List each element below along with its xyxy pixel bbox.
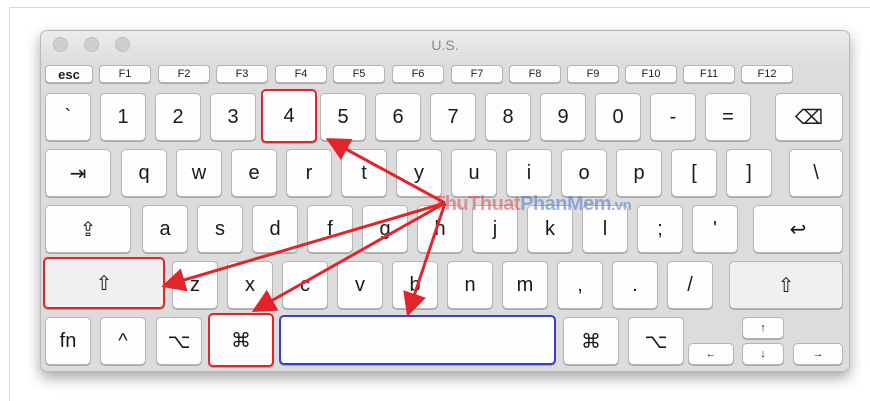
frame-line bbox=[9, 7, 10, 401]
annotation-arrows bbox=[161, 138, 447, 317]
arrow-to-4-key bbox=[325, 138, 446, 205]
arrow-to-shift-key bbox=[161, 201, 446, 292]
frame-line bbox=[9, 7, 870, 8]
arrow-to-command-key bbox=[251, 201, 446, 312]
keyboard-viewer-window: U.S. esc F1 F2 F3 F4 F5 F6 F7 F8 F9 F10 F11 F12 ` 1 2 3… bbox=[40, 30, 850, 372]
